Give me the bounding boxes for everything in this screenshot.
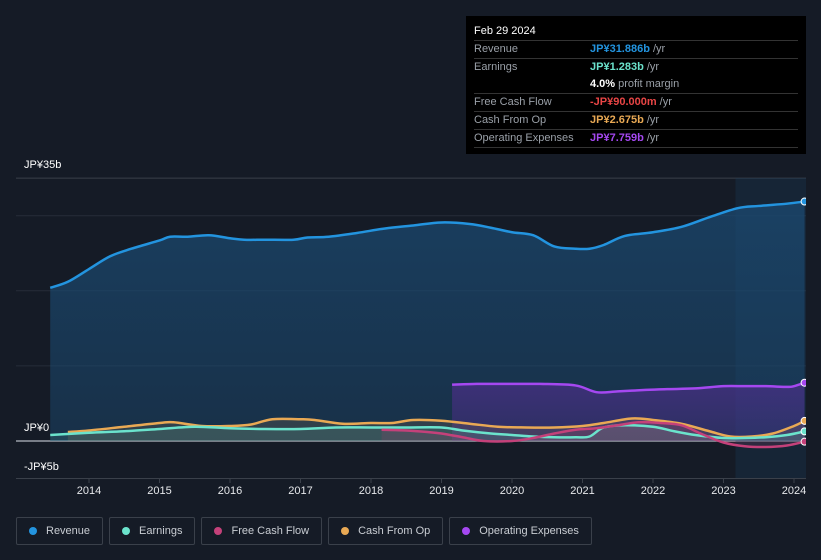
legend-dot-icon — [122, 527, 131, 535]
legend-label: Free Cash Flow — [231, 525, 310, 537]
x-tick-label: 2019 — [429, 485, 454, 497]
legend: Revenue Earnings Free Cash Flow Cash From O… — [16, 517, 592, 545]
tooltip-row-label: Operating Expenses — [474, 132, 574, 144]
tooltip-row-value: JP¥31.886b — [590, 43, 650, 55]
tooltip-row-unit: /yr — [659, 96, 672, 108]
legend-item-cash-from-op[interactable]: Cash From Op — [328, 517, 444, 545]
tooltip-date: Feb 29 2024 — [474, 22, 798, 41]
legend-item-operating-expenses[interactable]: Operating Expenses — [449, 517, 592, 545]
legend-item-revenue[interactable]: Revenue — [16, 517, 104, 545]
tooltip-row-value: -JP¥90.000m — [590, 96, 657, 108]
right-mask — [806, 176, 821, 480]
tooltip-row-unit: /yr — [646, 114, 660, 126]
tooltip-row-value: JP¥2.675b — [590, 114, 644, 126]
tooltip: Feb 29 2024 Revenue JP¥31.886b/yr Earnings… — [466, 16, 806, 154]
x-tick-label: 2021 — [570, 485, 595, 497]
tooltip-row-label: Revenue — [474, 43, 519, 55]
tooltip-row-unit: /yr — [646, 132, 660, 144]
x-tick-label: 2023 — [711, 485, 736, 497]
x-tick-label: 2022 — [640, 485, 666, 497]
tooltip-row-unit: profit margin — [618, 78, 680, 90]
tooltip-row-label: Cash From Op — [474, 114, 547, 126]
x-tick-label: 2024 — [781, 485, 807, 497]
legend-label: Revenue — [46, 525, 91, 537]
tooltip-row: Cash From Op JP¥2.675b/yr — [474, 112, 798, 130]
tooltip-row: Revenue JP¥31.886b/yr — [474, 41, 798, 59]
tooltip-row-unit: /yr — [646, 61, 660, 73]
y-tick-label: -JP¥5b — [24, 460, 59, 473]
legend-dot-icon — [462, 527, 471, 535]
legend-dot-icon — [341, 527, 350, 535]
x-tick-label: 2014 — [76, 485, 102, 497]
tooltip-row-label — [474, 76, 590, 93]
y-tick-label: JP¥0 — [24, 422, 50, 434]
legend-item-free-cash-flow[interactable]: Free Cash Flow — [201, 517, 323, 545]
legend-label: Operating Expenses — [479, 525, 579, 537]
tooltip-row-unit: /yr — [652, 43, 666, 55]
legend-dot-icon — [29, 527, 37, 535]
tooltip-row: Earnings JP¥1.283b/yr — [474, 59, 798, 76]
legend-dot-icon — [214, 527, 223, 535]
tooltip-row-value: 4.0% — [590, 78, 616, 90]
y-tick-label: JP¥35b — [24, 159, 62, 172]
tooltip-row: Operating Expenses JP¥7.759b/yr — [474, 130, 798, 148]
tooltip-row-value: JP¥1.283b — [590, 61, 644, 73]
x-tick-label: 2015 — [147, 485, 172, 497]
tooltip-row: 4.0% profit margin — [474, 76, 798, 94]
tooltip-row-label: Earnings — [474, 61, 518, 73]
tooltip-row-label: Free Cash Flow — [474, 96, 552, 108]
x-tick-label: 2018 — [358, 485, 384, 497]
tooltip-row: Free Cash Flow -JP¥90.000m/yr — [474, 94, 798, 112]
tooltip-row-value: JP¥7.759b — [590, 132, 644, 144]
x-tick-label: 2017 — [288, 485, 313, 497]
legend-label: Cash From Op — [358, 525, 431, 537]
x-tick-label: 2016 — [217, 485, 243, 497]
x-tick-label: 2020 — [499, 485, 525, 497]
legend-label: Earnings — [139, 525, 183, 537]
legend-item-earnings[interactable]: Earnings — [109, 517, 196, 545]
